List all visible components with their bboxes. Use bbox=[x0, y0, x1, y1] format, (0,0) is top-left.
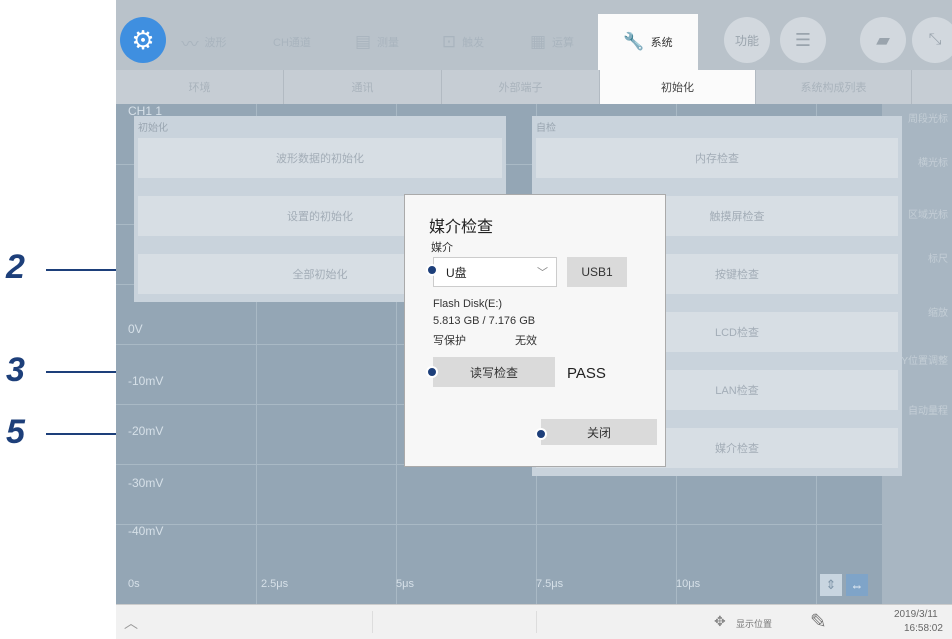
x-axis-label: 0s bbox=[128, 578, 140, 590]
write-protect-label: 写保护 bbox=[433, 335, 466, 347]
media-select[interactable]: U盘 ﹀ bbox=[433, 257, 557, 287]
chevron-down-icon: ﹀ bbox=[537, 267, 548, 279]
tab-channel[interactable]: CH通道 bbox=[262, 14, 322, 70]
subtab-initialize[interactable]: 初始化 bbox=[600, 70, 756, 104]
x-axis-label: 2.5μs bbox=[261, 578, 289, 590]
x-axis-label: 5μs bbox=[396, 578, 414, 590]
system-subtabs: 环境 通讯 外部端子 初始化 系统构成列表 bbox=[116, 70, 952, 104]
subtab-system-list[interactable]: 系统构成列表 bbox=[756, 70, 912, 104]
init-panel-title: 初始化 bbox=[138, 123, 168, 134]
time-display: 16:58:02 bbox=[904, 623, 943, 634]
pen-icon[interactable]: ✎ bbox=[810, 609, 827, 634]
callout-2-dot bbox=[426, 264, 438, 276]
callout-5-dot bbox=[535, 428, 547, 440]
tab-calc[interactable]: ▦ 运算 bbox=[521, 14, 583, 70]
callout-3-dot bbox=[426, 366, 438, 378]
init-waveform-button[interactable]: 波形数据的初始化 bbox=[138, 138, 502, 178]
table-icon: ▤ bbox=[354, 32, 372, 51]
media-select-value: U盘 bbox=[446, 265, 467, 280]
y-axis-label: 0V bbox=[128, 322, 143, 336]
y-axis-label: -10mV bbox=[128, 374, 164, 388]
subtab-communication[interactable]: 通讯 bbox=[284, 70, 442, 104]
horizontal-cursor-icon[interactable]: ⇔ bbox=[846, 574, 868, 596]
vertical-cursor-icon[interactable]: ⇕ bbox=[820, 574, 842, 596]
subtab-environment[interactable]: 环境 bbox=[116, 70, 284, 104]
list-icon[interactable]: ☰ bbox=[780, 17, 826, 63]
media-label: 媒介 bbox=[431, 242, 453, 254]
chevron-up-icon[interactable]: ︿ bbox=[124, 613, 138, 633]
x-axis-label: 10μs bbox=[676, 578, 701, 590]
callout-3: 3 bbox=[6, 351, 25, 389]
grid-icon: ▦ bbox=[529, 32, 547, 51]
tab-measure[interactable]: ▤ 测量 bbox=[346, 14, 408, 70]
read-write-check-button[interactable]: 读写检查 bbox=[433, 357, 555, 387]
move-icon: ✥ bbox=[714, 613, 726, 629]
tab-trigger[interactable]: ⊡ 触发 bbox=[432, 14, 494, 70]
folder-icon[interactable]: ▰ bbox=[860, 17, 906, 63]
display-position-label[interactable]: 显示位置 bbox=[736, 617, 772, 630]
gear-icon[interactable]: ⚙ bbox=[120, 17, 166, 63]
subtab-external-terminal[interactable]: 外部端子 bbox=[442, 70, 600, 104]
status-bar: ︿ ✥ 显示位置 ✎ 2019/3/11 16:58:02 bbox=[116, 604, 952, 639]
close-button[interactable]: 关闭 bbox=[541, 419, 657, 445]
status-divider bbox=[536, 611, 537, 633]
tab-waveform[interactable]: 〰波形 bbox=[176, 14, 232, 70]
callout-5: 5 bbox=[6, 413, 25, 451]
check-result: PASS bbox=[567, 365, 606, 382]
y-axis-label: -30mV bbox=[128, 476, 164, 490]
usb1-button[interactable]: USB1 bbox=[567, 257, 627, 287]
callout-2: 2 bbox=[6, 248, 25, 286]
status-divider bbox=[372, 611, 373, 633]
tab-system[interactable]: 🔧 系统 bbox=[598, 14, 698, 70]
selfcheck-panel-title: 自检 bbox=[536, 123, 556, 134]
expand-icon[interactable]: ⤡ bbox=[912, 17, 952, 63]
wrench-icon: 🔧 bbox=[623, 32, 645, 51]
device-screen: ⚙ 〰波形 CH通道 ▤ 测量 ⊡ 触发 ▦ 运算 🔧 系统 功能 ☰ ▰ ⤡ 环境 通… bbox=[116, 0, 952, 639]
memory-check-button[interactable]: 内存检查 bbox=[536, 138, 898, 178]
write-protect-value: 无效 bbox=[515, 335, 537, 347]
waveform-icon: 〰 bbox=[181, 34, 199, 54]
grid-line bbox=[116, 524, 882, 525]
date-display: 2019/3/11 bbox=[894, 609, 938, 620]
trigger-icon: ⊡ bbox=[441, 32, 457, 51]
dialog-title: 媒介检查 bbox=[429, 219, 494, 236]
func-button[interactable]: 功能 bbox=[724, 17, 770, 63]
y-axis-label: -20mV bbox=[128, 424, 164, 438]
x-axis-label: 7.5μs bbox=[536, 578, 564, 590]
media-check-dialog: 媒介检查 媒介 U盘 ﹀ USB1 Flash Disk(E:) 5.813 G… bbox=[404, 194, 666, 467]
y-axis-label: -40mV bbox=[128, 524, 164, 538]
disk-name: Flash Disk(E:) bbox=[433, 298, 503, 310]
disk-capacity: 5.813 GB / 7.176 GB bbox=[433, 315, 536, 327]
